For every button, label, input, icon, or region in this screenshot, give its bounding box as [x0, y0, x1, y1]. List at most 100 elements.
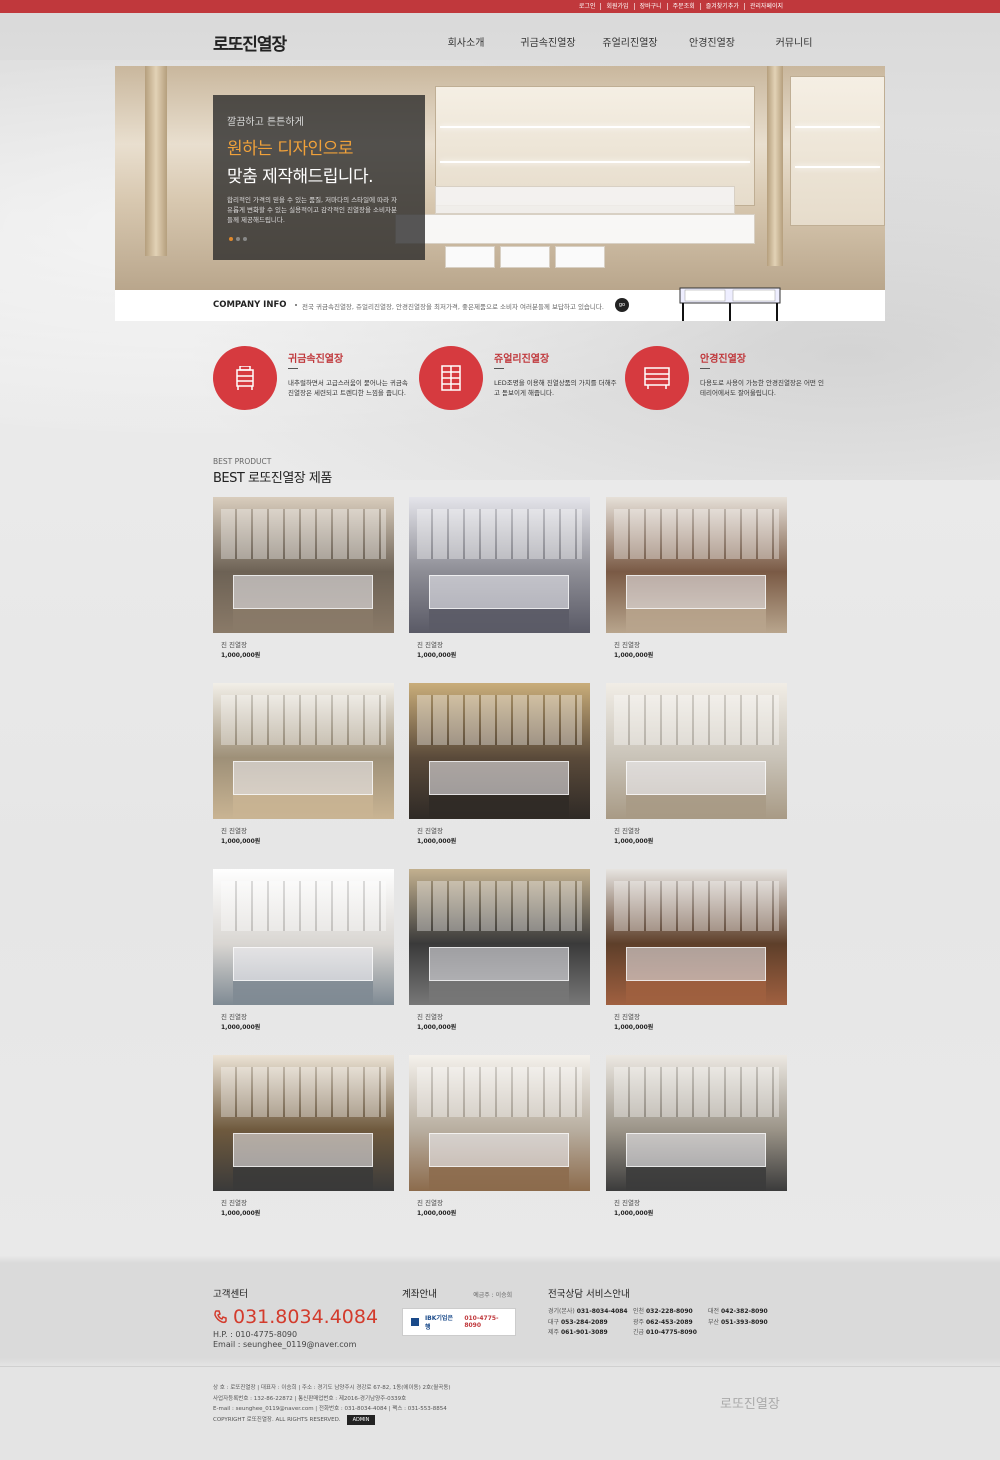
product-card[interactable]: 진 진열장 1,000,000원	[409, 1055, 590, 1225]
nav-community[interactable]: 커뮤니티	[753, 34, 835, 49]
company-details: 상 호 : 로또진열장 | 대표자 : 이승희 | 주소 : 경기도 남양주시 …	[213, 1383, 451, 1425]
nav-about[interactable]: 회사소개	[425, 34, 507, 49]
region-item: 긴급 010-4775-8090	[633, 1329, 697, 1336]
nav-precious[interactable]: 귀금속진열장	[507, 34, 589, 49]
product-image[interactable]	[606, 497, 787, 633]
divider	[494, 368, 504, 369]
product-card[interactable]: 진 진열장 1,000,000원	[213, 497, 394, 667]
info-line2: 사업자등록번호 : 132-86-22872 | 통신판매업번호 : 제2016…	[213, 1395, 407, 1402]
product-price: 1,000,000원	[221, 1024, 261, 1031]
product-card[interactable]: 진 진열장 1,000,000원	[606, 683, 787, 853]
cs-hp: H.P. : 010-4775-8090	[213, 1330, 298, 1339]
product-name[interactable]: 진 진열장	[417, 825, 443, 835]
product-card[interactable]: 진 진열장 1,000,000원	[409, 869, 590, 1039]
main-nav: 회사소개 귀금속진열장 쥬얼리진열장 안경진열장 커뮤니티	[425, 34, 835, 49]
display-case-image	[679, 287, 781, 321]
product-price: 1,000,000원	[614, 652, 654, 659]
bookmark-link[interactable]: 즐겨찾기추가	[699, 3, 744, 10]
cart-link[interactable]: 장바구니	[633, 3, 667, 10]
product-card[interactable]: 진 진열장 1,000,000원	[213, 683, 394, 853]
feature-glasses[interactable]: 안경진열장 다용도로 사용이 가능한 안경진열장은 어떤 인테리어에서도 잘어울…	[625, 346, 825, 412]
product-card[interactable]: 진 진열장 1,000,000원	[213, 869, 394, 1039]
product-card[interactable]: 진 진열장 1,000,000원	[606, 869, 787, 1039]
feature-desc: 내추럴하면서 고급스러움이 묻어나는 귀금속진열장은 세련되고 트렌디한 느낌을…	[288, 379, 408, 397]
site-logo[interactable]: 로또진열장	[213, 30, 287, 55]
product-image[interactable]	[409, 1055, 590, 1191]
admin-button[interactable]: ADMIN	[346, 1414, 376, 1425]
bank-box: IBK기업은행 010-4775-8090	[402, 1308, 516, 1336]
product-name[interactable]: 진 진열장	[417, 639, 443, 649]
product-card[interactable]: 진 진열장 1,000,000원	[606, 497, 787, 667]
order-link[interactable]: 주문조회	[666, 3, 700, 10]
feature-jewelry[interactable]: 쥬얼리진열장 LED조명을 이용해 진열상품의 가치를 더해주고 돋보이게 해줍…	[419, 346, 619, 412]
product-image[interactable]	[409, 869, 590, 1005]
region-item: 대구 053-284-2089	[548, 1318, 608, 1326]
product-name[interactable]: 진 진열장	[614, 825, 640, 835]
copyright: COPYRIGHT 로또진열장. ALL RIGHTS RESERVED.	[213, 1416, 341, 1423]
product-name[interactable]: 진 진열장	[417, 1011, 443, 1021]
product-image[interactable]	[213, 497, 394, 633]
customer-center: 고객센터 031.8034.4084 H.P. : 010-4775-8090 …	[213, 1286, 378, 1349]
product-card[interactable]: 진 진열장 1,000,000원	[409, 683, 590, 853]
product-image[interactable]	[213, 869, 394, 1005]
showcase-icon	[419, 346, 483, 410]
product-price: 1,000,000원	[221, 838, 261, 845]
slider-dot[interactable]	[243, 237, 247, 241]
feature-title: 귀금속진열장	[288, 354, 344, 365]
product-name[interactable]: 진 진열장	[614, 1011, 640, 1021]
cs-title: 고객센터	[213, 1289, 248, 1300]
separator-dot	[295, 304, 297, 306]
cabinet-icon	[213, 346, 277, 410]
go-button[interactable]: go	[615, 298, 629, 312]
product-price: 1,000,000원	[417, 838, 457, 845]
product-name[interactable]: 진 진열장	[221, 1197, 247, 1207]
hero-line2: 원하는 디자인으로	[227, 139, 354, 159]
product-card[interactable]: 진 진열장 1,000,000원	[409, 497, 590, 667]
product-card[interactable]: 진 진열장 1,000,000원	[606, 1055, 787, 1225]
nav-jewelry[interactable]: 쥬얼리진열장	[589, 34, 671, 49]
product-name[interactable]: 진 진열장	[614, 639, 640, 649]
product-name[interactable]: 진 진열장	[221, 639, 247, 649]
company-info-bar: COMPANY INFO 전국 귀금속진열장, 쥬얼리진열장, 안경진열장을 최…	[115, 287, 885, 321]
product-image[interactable]	[409, 497, 590, 633]
product-image[interactable]	[409, 683, 590, 819]
hero-text-box: 깔끔하고 튼튼하게 원하는 디자인으로 맞춤 제작해드립니다. 합리적인 가격의…	[213, 95, 425, 260]
product-name[interactable]: 진 진열장	[221, 1011, 247, 1021]
product-price: 1,000,000원	[417, 1210, 457, 1217]
hero-glass-case	[435, 186, 735, 214]
cs-phone[interactable]: 031.8034.4084	[213, 1306, 378, 1328]
region-item: 인천 032-228-8090	[633, 1308, 693, 1315]
footer-logo: 로또진열장	[720, 1397, 780, 1412]
product-image[interactable]	[606, 683, 787, 819]
hero-shelf	[795, 166, 880, 168]
hero-line3: 맞춤 제작해드립니다.	[227, 167, 374, 187]
product-card[interactable]: 진 진열장 1,000,000원	[213, 1055, 394, 1225]
hero-line1: 깔끔하고 튼튼하게	[227, 117, 304, 128]
login-link[interactable]: 로그인	[574, 3, 601, 10]
hero-shelf	[795, 126, 880, 128]
product-name[interactable]: 진 진열장	[614, 1197, 640, 1207]
product-name[interactable]: 진 진열장	[417, 1197, 443, 1207]
feature-desc: LED조명을 이용해 진열상품의 가치를 더해주고 돋보이게 해줍니다.	[494, 379, 617, 397]
join-link[interactable]: 회원가입	[600, 3, 633, 10]
product-image[interactable]	[213, 683, 394, 819]
slider-dot-active[interactable]	[229, 237, 233, 241]
account-holder: 예금주 : 이승희	[473, 1292, 513, 1299]
product-price: 1,000,000원	[221, 1210, 261, 1217]
admin-link[interactable]: 관리자페이지	[743, 3, 788, 10]
hero-stool	[555, 246, 605, 268]
product-image[interactable]	[606, 869, 787, 1005]
bank-name: IBK기업은행	[424, 1315, 453, 1331]
divider	[700, 368, 710, 369]
feature-title: 안경진열장	[700, 354, 746, 365]
product-image[interactable]	[606, 1055, 787, 1191]
slider-dot[interactable]	[236, 237, 240, 241]
product-image[interactable]	[213, 1055, 394, 1191]
product-name[interactable]: 진 진열장	[221, 825, 247, 835]
hero-shelf-wall	[790, 76, 885, 226]
feature-precious[interactable]: 귀금속진열장 내추럴하면서 고급스러움이 묻어나는 귀금속진열장은 세련되고 트…	[213, 346, 413, 412]
nav-glasses[interactable]: 안경진열장	[671, 34, 753, 49]
hero-shelf	[440, 126, 750, 128]
footer-divider	[0, 1366, 1000, 1367]
phone-number: 031.8034.4084	[233, 1306, 379, 1328]
